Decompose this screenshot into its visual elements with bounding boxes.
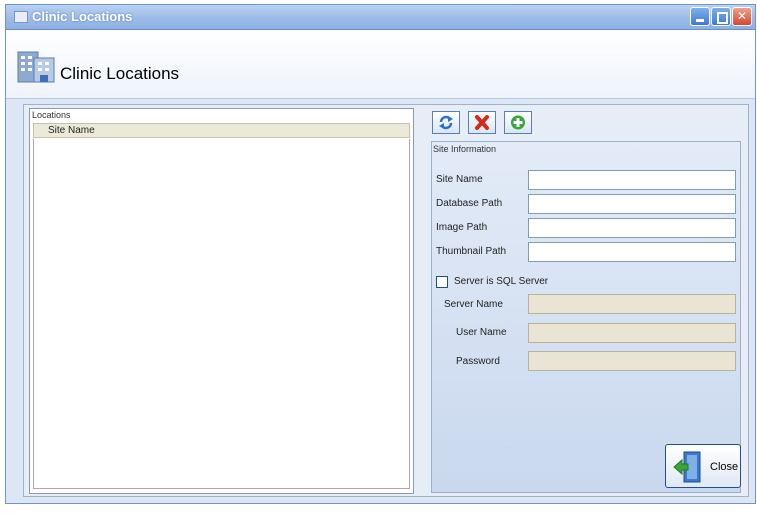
locations-group: Locations Site Name: [29, 108, 414, 494]
password-field[interactable]: [528, 351, 736, 371]
close-window-icon: ✕: [736, 9, 748, 23]
building-icon: [17, 51, 55, 83]
site-name-label: Site Name: [436, 174, 483, 185]
page-title: Clinic Locations: [60, 64, 180, 83]
site-information-group: Site Information Site Name Database Path…: [431, 141, 741, 493]
delete-icon: [475, 115, 489, 130]
user-name-field[interactable]: [528, 323, 736, 343]
image-path-field[interactable]: [528, 218, 736, 238]
maximize-button[interactable]: [711, 7, 731, 26]
thumbnail-path-label: Thumbnail Path: [436, 246, 507, 257]
exit-door-icon: [673, 451, 701, 483]
user-name-label: User Name: [456, 327, 507, 338]
site-panel: Site Information Site Name Database Path…: [431, 105, 743, 494]
clinic-locations-window: Clinic Locations ✕ Clinic Locations Loca…: [5, 4, 756, 504]
server-name-field[interactable]: [528, 294, 736, 314]
password-label: Password: [456, 356, 500, 367]
sql-server-checkbox[interactable]: [436, 276, 448, 288]
window-title: Clinic Locations: [32, 9, 133, 24]
header-banner: Clinic Locations: [6, 30, 755, 99]
locations-group-label: Locations: [32, 110, 71, 120]
server-name-label: Server Name: [444, 299, 503, 310]
site-information-label: Site Information: [433, 144, 497, 154]
title-bar[interactable]: Clinic Locations ✕: [6, 5, 755, 30]
image-path-label: Image Path: [436, 222, 488, 233]
refresh-icon: [439, 115, 453, 130]
minimize-button[interactable]: [690, 7, 710, 26]
database-path-field[interactable]: [528, 194, 736, 214]
refresh-button[interactable]: [432, 111, 460, 134]
content-area: Locations Site Name Site Information Sit…: [23, 104, 749, 497]
site-name-field[interactable]: [528, 170, 736, 190]
delete-button[interactable]: [468, 111, 496, 134]
sql-server-checkbox-label[interactable]: Server is SQL Server: [454, 276, 548, 287]
minimize-icon: [696, 19, 704, 22]
maximize-icon: [717, 12, 728, 24]
locations-list[interactable]: [33, 139, 410, 489]
thumbnail-path-field[interactable]: [528, 242, 736, 262]
add-button[interactable]: [504, 111, 532, 134]
add-icon: [511, 115, 525, 130]
app-icon: [14, 11, 28, 23]
close-window-button[interactable]: ✕: [732, 7, 752, 26]
site-name-column-header[interactable]: Site Name: [33, 123, 410, 138]
close-button-label: Close: [710, 461, 739, 473]
database-path-label: Database Path: [436, 198, 503, 209]
close-button[interactable]: Close: [665, 444, 741, 488]
